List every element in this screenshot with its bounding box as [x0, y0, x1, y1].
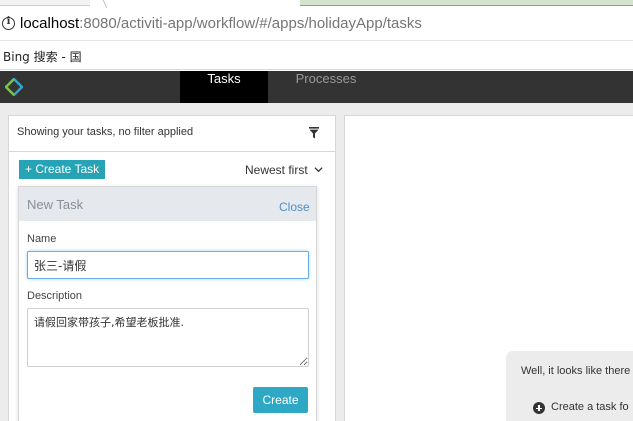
sort-dropdown[interactable]: Newest first — [245, 163, 323, 177]
url-path: :8080/activiti-app/workflow/#/apps/holid… — [79, 15, 422, 32]
create-task-button[interactable]: + Create Task — [19, 160, 106, 179]
empty-state-message: Well, it looks like there — [521, 365, 631, 377]
name-label: Name — [27, 233, 57, 245]
create-task-link[interactable]: Create a task fo — [551, 401, 629, 413]
empty-state-box: Well, it looks like there Create a task … — [506, 351, 633, 421]
main-content: Showing your tasks, no filter applied + … — [0, 103, 633, 421]
new-task-title: New Task — [27, 197, 84, 212]
filter-summary: Showing your tasks, no filter applied — [17, 126, 194, 138]
bookmarks-bar: Bing 搜索 - 国 — [0, 42, 633, 70]
new-task-header: New Task Close — [19, 187, 316, 221]
activiti-logo-icon[interactable] — [5, 78, 23, 96]
browser-tab-strip — [0, 0, 633, 8]
url-host: localhost — [20, 15, 80, 32]
description-label: Description — [27, 290, 83, 302]
sort-label: Newest first — [245, 163, 308, 177]
plus-circle-icon[interactable] — [533, 402, 545, 414]
create-button[interactable]: Create — [253, 387, 308, 413]
filter-bar[interactable]: Showing your tasks, no filter applied — [9, 116, 335, 152]
task-list-panel: Showing your tasks, no filter applied + … — [8, 115, 336, 421]
address-bar[interactable]: localhost:8080/activiti-app/workflow/#/a… — [0, 8, 633, 41]
site-info-icon[interactable] — [2, 16, 15, 30]
close-link[interactable]: Close — [279, 200, 310, 214]
chevron-down-icon — [314, 167, 323, 173]
task-description-textarea[interactable]: 请假回家带孩子,希望老板批准. — [27, 308, 309, 367]
browser-tab[interactable] — [0, 0, 90, 6]
task-name-input[interactable] — [27, 251, 309, 279]
tab-tasks[interactable]: Tasks — [180, 71, 268, 109]
tab-processes[interactable]: Processes — [282, 71, 370, 103]
browser-tab-active[interactable] — [300, 0, 633, 6]
bookmark-bing[interactable]: Bing 搜索 - 国 — [3, 48, 82, 65]
task-detail-panel: Well, it looks like there Create a task … — [344, 115, 633, 421]
url-text[interactable]: localhost:8080/activiti-app/workflow/#/a… — [20, 15, 422, 32]
filter-icon[interactable] — [309, 127, 319, 139]
new-task-form: New Task Close Name Description 请假回家带孩子,… — [18, 186, 317, 421]
app-navbar: Tasks Processes — [0, 71, 633, 109]
